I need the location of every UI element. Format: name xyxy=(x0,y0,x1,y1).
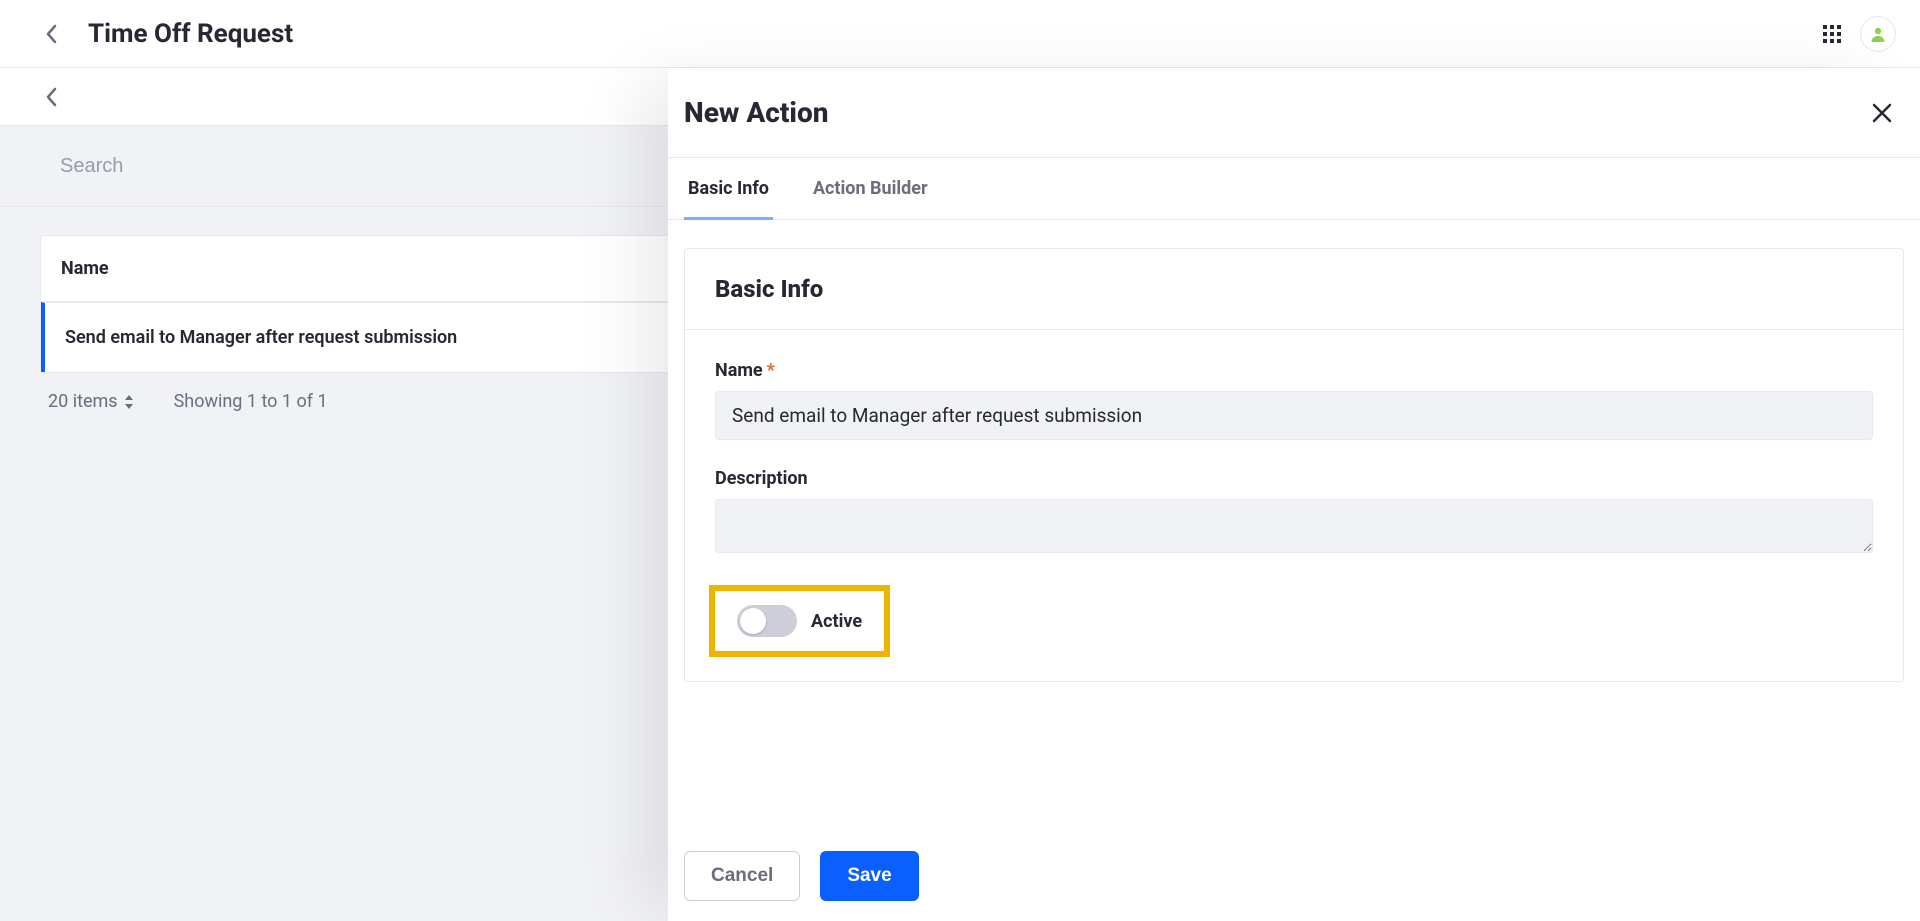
items-count-label: 20 items xyxy=(48,391,118,412)
active-toggle[interactable] xyxy=(737,605,797,637)
apps-grid-icon xyxy=(1822,24,1842,44)
user-avatar[interactable] xyxy=(1860,16,1896,52)
form-card-body: Name* Description Active xyxy=(685,330,1903,681)
name-input[interactable] xyxy=(715,391,1873,440)
panel-footer: Cancel Save xyxy=(668,851,1920,921)
panel-title: New Action xyxy=(684,96,828,129)
field-name: Name* xyxy=(715,360,1873,440)
top-header-right xyxy=(1820,16,1896,52)
panel-header: New Action xyxy=(668,68,1920,158)
name-label-wrap: Name* xyxy=(715,360,1873,381)
top-header-left: Time Off Request xyxy=(40,19,293,49)
pagination-range-label: Showing 1 to 1 of 1 xyxy=(174,391,328,412)
side-panel: New Action Basic Info Action Builder Bas… xyxy=(668,68,1920,921)
description-label: Description xyxy=(715,468,1873,489)
active-label: Active xyxy=(811,611,862,632)
app-grid-button[interactable] xyxy=(1820,22,1844,46)
close-icon xyxy=(1871,102,1893,124)
sort-arrows-icon xyxy=(124,395,134,409)
active-toggle-highlight: Active xyxy=(709,585,890,657)
tab-action-builder[interactable]: Action Builder xyxy=(809,158,932,220)
panel-tabs: Basic Info Action Builder xyxy=(668,158,1920,220)
chevron-left-icon xyxy=(44,85,60,109)
panel-body: Basic Info Name* Description xyxy=(668,220,1920,851)
back-button[interactable] xyxy=(40,22,64,46)
active-toggle-wrap: Active xyxy=(715,591,884,651)
description-input[interactable] xyxy=(715,499,1873,553)
form-card: Basic Info Name* Description xyxy=(684,248,1904,682)
top-header: Time Off Request xyxy=(0,0,1920,68)
required-indicator: * xyxy=(767,360,775,381)
name-label: Name xyxy=(715,360,763,381)
user-icon xyxy=(1869,25,1887,43)
sub-back-button[interactable] xyxy=(40,85,64,109)
cancel-button[interactable]: Cancel xyxy=(684,851,800,901)
save-button[interactable]: Save xyxy=(820,851,918,901)
chevron-left-icon xyxy=(44,22,60,46)
form-section-title: Basic Info xyxy=(685,249,1903,330)
close-button[interactable] xyxy=(1868,99,1896,127)
page-size-selector[interactable]: 20 items xyxy=(48,391,134,412)
tab-basic-info[interactable]: Basic Info xyxy=(684,158,773,220)
page-title: Time Off Request xyxy=(88,19,293,49)
field-description: Description xyxy=(715,468,1873,557)
toggle-knob xyxy=(740,608,766,634)
row-name: Send email to Manager after request subm… xyxy=(65,327,457,348)
